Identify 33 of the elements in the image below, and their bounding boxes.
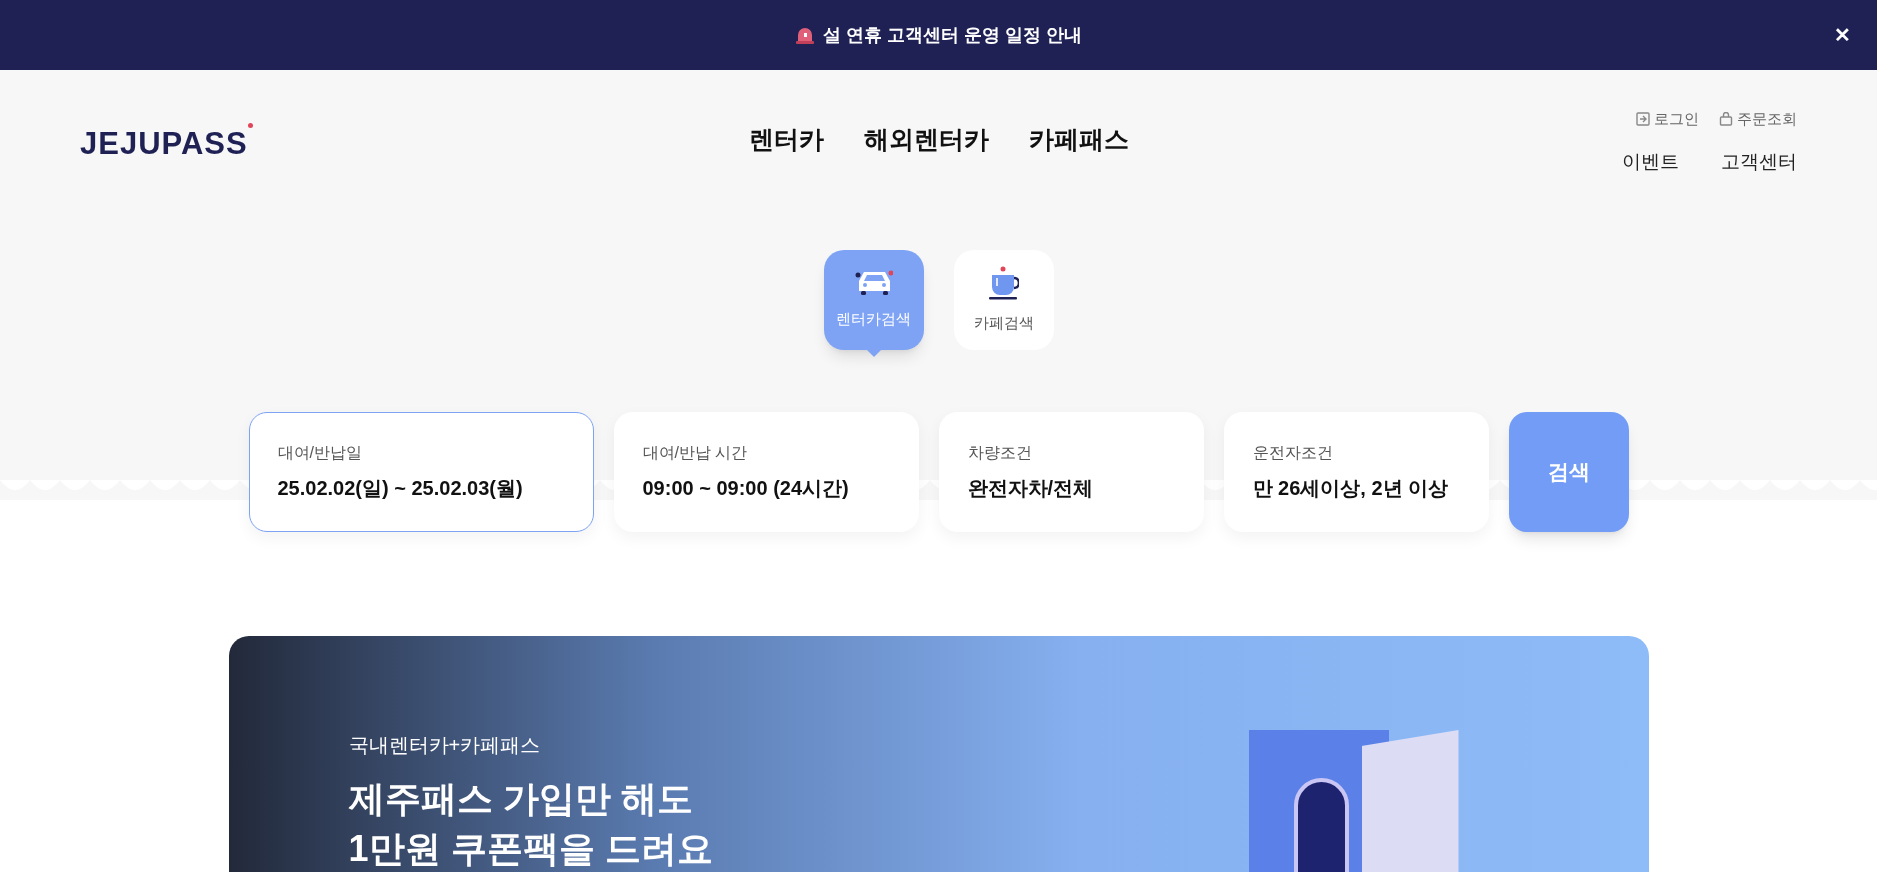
bag-icon <box>1719 111 1733 126</box>
field-value: 25.02.02(일) ~ 25.02.03(월) <box>277 476 524 501</box>
field-value: 09:00 ~ 09:00 (24시간) <box>642 476 850 501</box>
car-icon <box>854 269 893 296</box>
search-field[interactable]: 운전자조건 만 26세이상, 2년 이상 <box>1223 412 1489 532</box>
utility-link[interactable]: 주문조회 <box>1719 107 1797 130</box>
nav-link[interactable]: 렌터카 <box>748 121 824 159</box>
banner-headline: 1만원 쿠폰팩을 드려요 <box>348 827 713 871</box>
search-tab[interactable]: 카페검색 <box>953 250 1054 350</box>
field-label: 대여/반납일 <box>277 443 363 463</box>
search-field[interactable]: 대여/반납일 25.02.02(일) ~ 25.02.03(월) <box>248 412 594 532</box>
field-label: 운전자조건 <box>1252 443 1334 463</box>
logo[interactable]: JEJUPASS <box>80 112 260 168</box>
notice-text[interactable]: 설 연휴 고객센터 운영 일정 안내 <box>823 21 1082 49</box>
search-field[interactable]: 대여/반납 시간 09:00 ~ 09:00 (24시간) <box>613 412 919 532</box>
utility-link[interactable]: 로그인 <box>1636 107 1699 130</box>
pointer-icon <box>866 350 881 357</box>
login-icon <box>1636 111 1650 126</box>
nav-link[interactable]: 해외렌터카 <box>863 121 989 159</box>
coffee-cup-icon <box>988 265 1019 300</box>
nav-link[interactable]: 카페패스 <box>1028 121 1129 159</box>
field-value: 완전자차/전체 <box>967 476 1095 501</box>
banner-eyebrow: 국내렌터카+카페패스 <box>348 733 542 758</box>
header-link[interactable]: 이벤트 <box>1622 148 1679 177</box>
field-label: 대여/반납 시간 <box>642 443 749 463</box>
banner-headline: 제주패스 가입만 해도 <box>348 777 694 821</box>
search-field[interactable]: 차량조건 완전자차/전체 <box>938 412 1204 532</box>
close-button[interactable]: ✕ <box>1834 20 1851 50</box>
field-value: 만 26세이상, 2년 이상 <box>1252 476 1450 501</box>
banner-background[interactable]: 국내렌터카+카페패스 제주패스 가입만 해도 1만원 쿠폰팩을 드려요 <box>228 636 1649 872</box>
field-label: 차량조건 <box>967 443 1033 463</box>
header-link[interactable]: 고객센터 <box>1721 148 1797 177</box>
siren-icon <box>795 25 815 45</box>
